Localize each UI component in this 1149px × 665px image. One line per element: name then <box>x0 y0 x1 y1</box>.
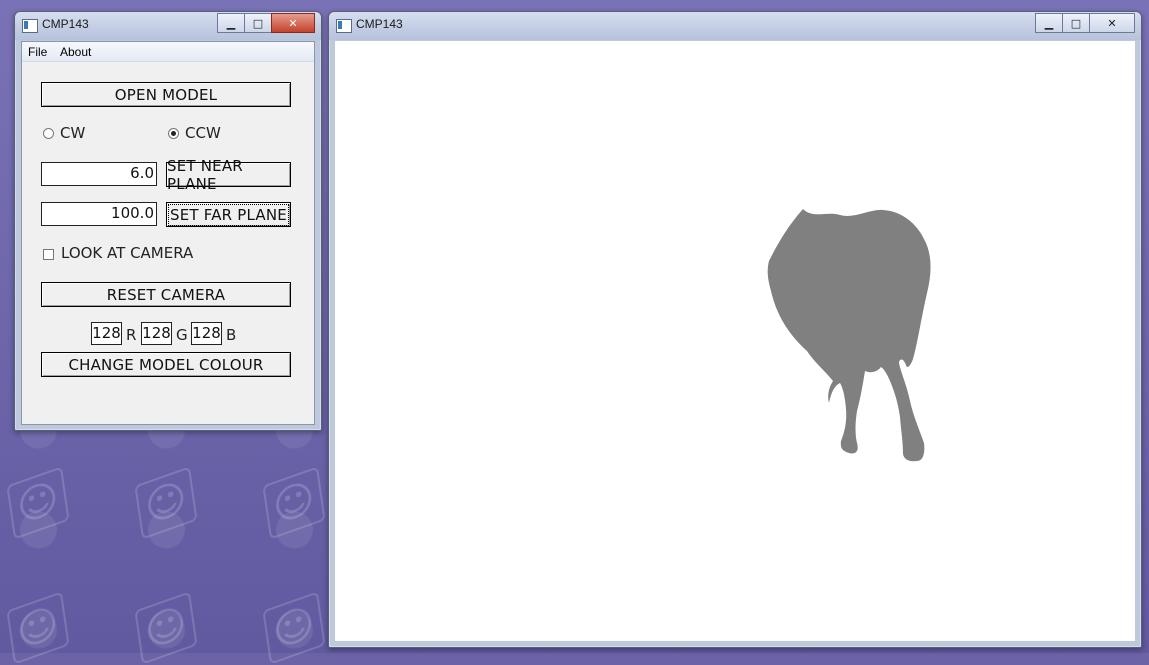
green-value-field[interactable]: 128 <box>141 322 172 345</box>
look-at-camera-label: LOOK AT CAMERA <box>61 244 194 262</box>
caption-buttons: ▁ □ ✕ <box>1035 13 1135 33</box>
window-title: CMP143 <box>42 17 89 31</box>
ccw-label: CCW <box>185 124 221 142</box>
cow-model <box>767 209 931 462</box>
wallpaper-finder-icon: ☺ <box>6 466 70 540</box>
maximize-icon: □ <box>1070 16 1082 30</box>
wallpaper-finder-icon: ☺ <box>262 466 326 540</box>
red-label: R <box>126 326 137 344</box>
close-icon: ✕ <box>288 16 298 30</box>
minimize-icon: ▁ <box>1044 16 1054 30</box>
caption-buttons: ▁ □ ✕ <box>217 13 315 33</box>
cw-label: CW <box>60 124 86 142</box>
app-icon <box>336 19 352 33</box>
control-panel: File About OPEN MODEL CW CCW 6.0 SET NEA… <box>21 41 315 425</box>
blue-value-field[interactable]: 128 <box>191 322 222 345</box>
render-viewport[interactable] <box>335 41 1135 641</box>
menu-file[interactable]: File <box>28 45 47 59</box>
wallpaper-finder-icon: ☺ <box>134 466 198 540</box>
wallpaper-finder-icon: ☺ <box>262 591 326 665</box>
render-window-titlebar[interactable]: CMP143 ▁ □ ✕ <box>329 12 1141 40</box>
menu-bar: File About <box>22 42 314 62</box>
set-far-plane-button[interactable]: SET FAR PLANE <box>166 202 291 227</box>
open-model-button[interactable]: OPEN MODEL <box>41 82 291 107</box>
app-icon <box>22 19 38 33</box>
blue-label: B <box>226 326 237 344</box>
maximize-button[interactable]: □ <box>1062 13 1090 33</box>
model-render <box>767 209 931 462</box>
reset-camera-button[interactable]: RESET CAMERA <box>41 282 291 307</box>
minimize-button[interactable]: ▁ <box>217 13 245 33</box>
set-near-plane-label: SET NEAR PLANE <box>167 156 243 193</box>
reset-camera-label: RESET CAMERA <box>106 285 226 304</box>
window-title: CMP143 <box>356 17 403 31</box>
change-model-colour-label: CHANGE MODEL COLOUR <box>68 355 264 374</box>
green-label: G <box>176 326 188 344</box>
minimize-icon: ▁ <box>226 16 236 30</box>
wallpaper-finder-icon: ☺ <box>6 591 70 665</box>
control-window-titlebar[interactable]: CMP143 ▁ □ ✕ <box>15 12 321 40</box>
cw-radio[interactable] <box>43 128 54 139</box>
close-button[interactable]: ✕ <box>1089 13 1135 33</box>
far-plane-field[interactable]: 100.0 <box>41 202 157 226</box>
ccw-radio[interactable] <box>168 128 179 139</box>
look-at-camera-checkbox[interactable] <box>43 249 54 260</box>
minimize-button[interactable]: ▁ <box>1035 13 1063 33</box>
open-model-label: OPEN MODEL <box>114 85 218 104</box>
near-plane-field[interactable]: 6.0 <box>41 162 157 186</box>
wallpaper-finder-icon: ☺ <box>134 591 198 665</box>
set-near-plane-button[interactable]: SET NEAR PLANE <box>166 157 291 193</box>
close-button[interactable]: ✕ <box>271 13 315 33</box>
render-window: CMP143 ▁ □ ✕ <box>328 11 1142 648</box>
change-model-colour-button[interactable]: CHANGE MODEL COLOUR <box>41 352 291 377</box>
red-value-field[interactable]: 128 <box>91 322 122 345</box>
maximize-icon: □ <box>252 16 264 30</box>
close-icon: ✕ <box>1107 16 1117 30</box>
control-window: CMP143 ▁ □ ✕ File About OPEN MODEL CW CC… <box>14 11 322 431</box>
maximize-button[interactable]: □ <box>244 13 272 33</box>
menu-about[interactable]: About <box>60 45 91 59</box>
set-far-plane-label: SET FAR PLANE <box>168 203 289 226</box>
